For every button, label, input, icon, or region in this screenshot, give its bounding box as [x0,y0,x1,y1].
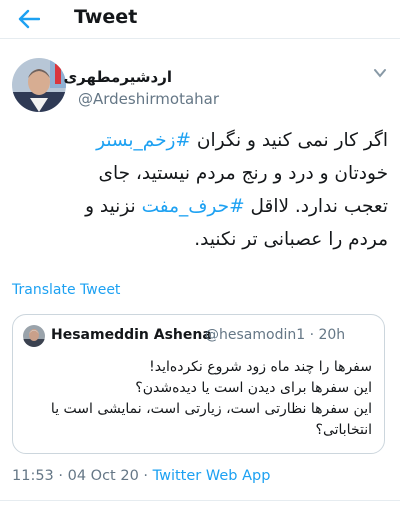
author-handle[interactable]: @Ardeshirmotahar [78,90,219,108]
tweet-line: اگر کار نمی کنید و نگران #زخم_بستر [12,124,388,157]
top-bar: Tweet [0,0,400,39]
quoted-author-name[interactable]: Hesameddin Ashena [51,327,212,343]
quoted-line: این سفرها نظارتی است، زیارتی است، نمایشی… [50,401,372,417]
quoted-tweet[interactable]: Hesameddin Ashena @hesamodin1 · 20h سفره… [12,314,385,454]
timestamp[interactable]: 11:53 · 04 Oct 20 · [12,468,153,484]
quoted-avatar[interactable] [23,325,45,347]
tweet-metadata: 11:53 · 04 Oct 20 · Twitter Web App [12,468,270,484]
caret-down-icon[interactable] [373,68,387,78]
avatar[interactable] [12,58,66,112]
author-name[interactable]: اردشیرمطهری [63,68,172,86]
translate-tweet-link[interactable]: Translate Tweet [12,282,120,298]
text-run: تعجب ندارد. لااقل [244,196,388,217]
tweet-text: اگر کار نمی کنید و نگران #زخم_بستر خودتا… [12,124,388,256]
back-arrow-icon[interactable] [18,9,40,29]
quoted-text: سفرها را چند ماه زود شروع نکرده‌اید! این… [23,357,372,441]
tweet-line: مردم را عصبانی تر نکنید. [12,223,388,256]
quoted-author-handle[interactable]: @hesamodin1 · 20h [205,327,345,343]
divider [0,500,400,501]
text-run: اگر کار نمی کنید و نگران [191,130,388,151]
text-run: مردم را عصبانی تر نکنید. [194,229,388,250]
quoted-line: این سفرها برای دیدن است یا دیده‌شدن؟ [135,380,372,396]
quoted-line: سفرها را چند ماه زود شروع نکرده‌اید! [149,359,372,375]
tweet-line: خودتان و درد و رنج مردم نیستید، جای [12,157,388,190]
hashtag-link[interactable]: #زخم_بستر [96,130,191,151]
tweet-line: تعجب ندارد. لااقل #حرف_مفت نزنید و [12,190,388,223]
quoted-line: انتخاباتی؟ [315,422,372,438]
page-title: Tweet [74,6,138,28]
text-run: نزنید و [85,196,142,217]
source-app-link[interactable]: Twitter Web App [153,468,271,484]
text-run: خودتان و درد و رنج مردم نیستید، جای [98,163,388,184]
hashtag-link[interactable]: #حرف_مفت [142,196,245,217]
